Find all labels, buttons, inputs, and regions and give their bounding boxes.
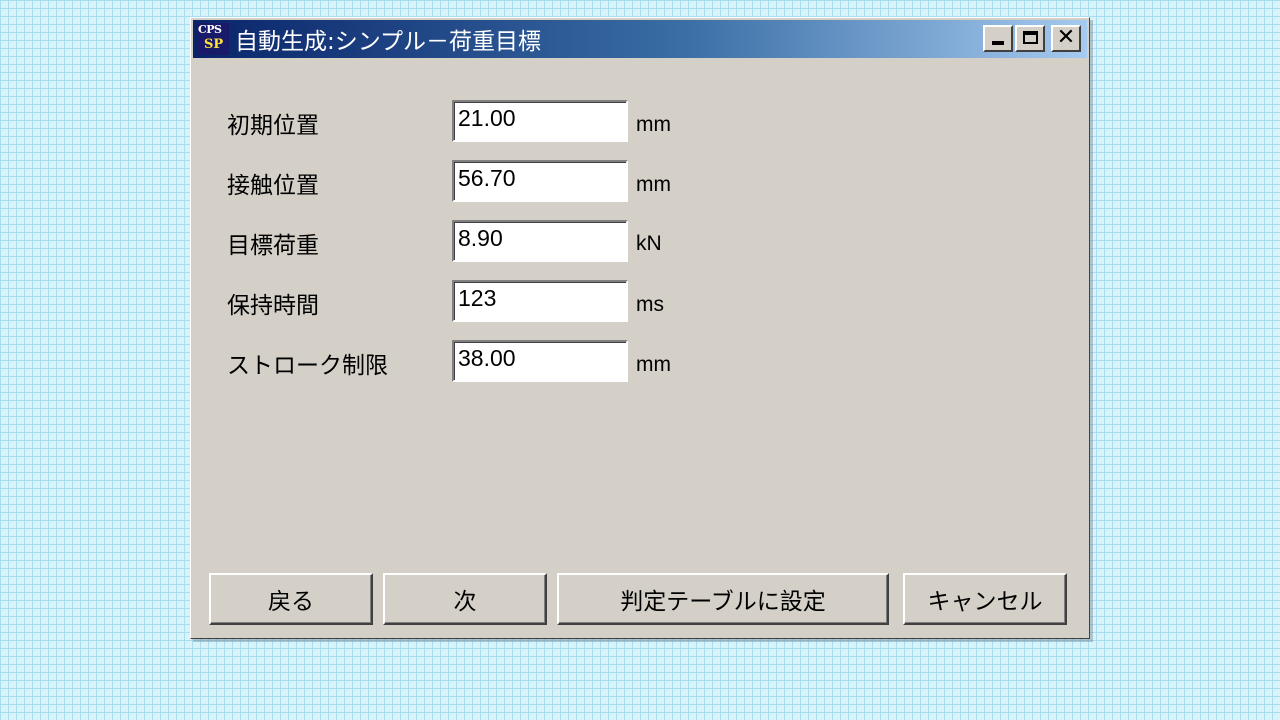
app-logo-text-top: CPS xyxy=(198,23,222,36)
initial-position-label: 初期位置 xyxy=(227,113,319,139)
stroke-limit-label: ストローク制限 xyxy=(227,353,388,379)
minimize-icon xyxy=(992,41,1004,45)
app-logo-icon: CPS SP xyxy=(197,23,229,55)
target-load-unit: kN xyxy=(636,232,662,255)
close-button[interactable]: ✕ xyxy=(1051,25,1081,52)
target-load-label: 目標荷重 xyxy=(227,233,319,259)
contact-position-input[interactable]: 56.70 xyxy=(452,160,628,202)
target-load-input[interactable]: 8.90 xyxy=(452,220,628,262)
stroke-limit-input[interactable]: 38.00 xyxy=(452,340,628,382)
initial-position-unit: mm xyxy=(636,113,671,136)
window-title: 自動生成:シンプル－荷重目標 xyxy=(235,29,542,55)
back-button[interactable]: 戻る xyxy=(209,573,373,625)
minimize-button[interactable] xyxy=(983,25,1013,52)
hold-time-input[interactable]: 123 xyxy=(452,280,628,322)
next-button[interactable]: 次 xyxy=(383,573,547,625)
close-icon: ✕ xyxy=(1056,25,1076,50)
title-bar-controls: ✕ xyxy=(983,25,1081,52)
maximize-icon xyxy=(1023,31,1038,44)
initial-position-input[interactable]: 21.00 xyxy=(452,100,628,142)
title-bar[interactable]: CPS SP 自動生成:シンプル－荷重目標 ✕ xyxy=(193,20,1087,58)
contact-position-unit: mm xyxy=(636,173,671,196)
hold-time-label: 保持時間 xyxy=(227,293,319,319)
dialog-window: CPS SP 自動生成:シンプル－荷重目標 ✕ 初期位置 21.00 mm 接触… xyxy=(190,17,1090,639)
contact-position-label: 接触位置 xyxy=(227,173,319,199)
app-logo-text-bottom: SP xyxy=(204,37,224,52)
set-judgment-table-button[interactable]: 判定テーブルに設定 xyxy=(557,573,889,625)
hold-time-unit: ms xyxy=(636,293,664,316)
maximize-button[interactable] xyxy=(1015,25,1045,52)
cancel-button[interactable]: キャンセル xyxy=(903,573,1067,625)
stroke-limit-unit: mm xyxy=(636,353,671,376)
